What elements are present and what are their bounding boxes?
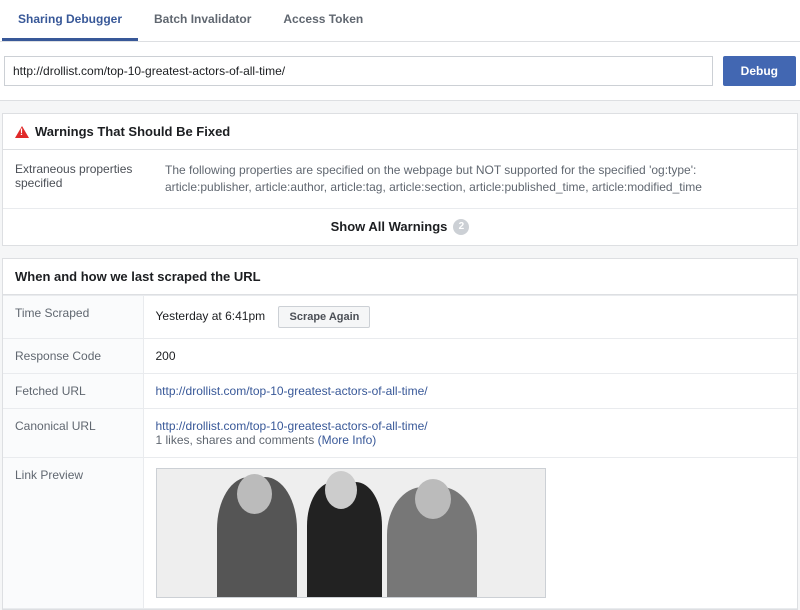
response-code-value: 200 <box>143 338 797 373</box>
url-row: Debug <box>0 42 800 101</box>
tab-access-token[interactable]: Access Token <box>267 0 379 41</box>
table-row: Link Preview <box>3 457 797 608</box>
link-preview-image <box>156 468 546 598</box>
table-row: Time Scraped Yesterday at 6:41pm Scrape … <box>3 295 797 338</box>
canonical-meta: 1 likes, shares and comments <box>156 433 315 447</box>
warning-label: Extraneous properties specified <box>15 162 145 196</box>
tab-sharing-debugger[interactable]: Sharing Debugger <box>2 0 138 41</box>
tabs-bar: Sharing Debugger Batch Invalidator Acces… <box>0 0 800 42</box>
time-scraped-label: Time Scraped <box>3 295 143 338</box>
response-code-label: Response Code <box>3 338 143 373</box>
scrape-title: When and how we last scraped the URL <box>15 269 261 284</box>
fetched-url-label: Fetched URL <box>3 373 143 408</box>
scrape-header: When and how we last scraped the URL <box>3 259 797 295</box>
warnings-header: Warnings That Should Be Fixed <box>3 114 797 150</box>
warnings-title: Warnings That Should Be Fixed <box>35 124 230 139</box>
time-scraped-value: Yesterday at 6:41pm <box>156 309 266 323</box>
show-all-warnings[interactable]: Show All Warnings 2 <box>3 209 797 245</box>
scrape-info-table: Time Scraped Yesterday at 6:41pm Scrape … <box>3 295 797 609</box>
warning-row: Extraneous properties specified The foll… <box>3 150 797 209</box>
url-input[interactable] <box>4 56 713 86</box>
table-row: Canonical URL http://drollist.com/top-10… <box>3 408 797 457</box>
show-all-label: Show All Warnings <box>331 219 448 234</box>
warnings-panel: Warnings That Should Be Fixed Extraneous… <box>2 113 798 246</box>
tab-batch-invalidator[interactable]: Batch Invalidator <box>138 0 267 41</box>
debug-button[interactable]: Debug <box>723 56 796 86</box>
link-preview-label: Link Preview <box>3 457 143 608</box>
table-row: Fetched URL http://drollist.com/top-10-g… <box>3 373 797 408</box>
warning-text: The following properties are specified o… <box>165 162 785 196</box>
canonical-url-link[interactable]: http://drollist.com/top-10-greatest-acto… <box>156 419 428 433</box>
canonical-url-label: Canonical URL <box>3 408 143 457</box>
table-row: Response Code 200 <box>3 338 797 373</box>
warning-count-badge: 2 <box>453 219 469 235</box>
scrape-panel: When and how we last scraped the URL Tim… <box>2 258 798 610</box>
warning-icon <box>15 126 29 138</box>
scrape-again-button[interactable]: Scrape Again <box>278 306 370 328</box>
fetched-url-link[interactable]: http://drollist.com/top-10-greatest-acto… <box>156 384 428 398</box>
more-info-link[interactable]: (More Info) <box>318 433 377 447</box>
